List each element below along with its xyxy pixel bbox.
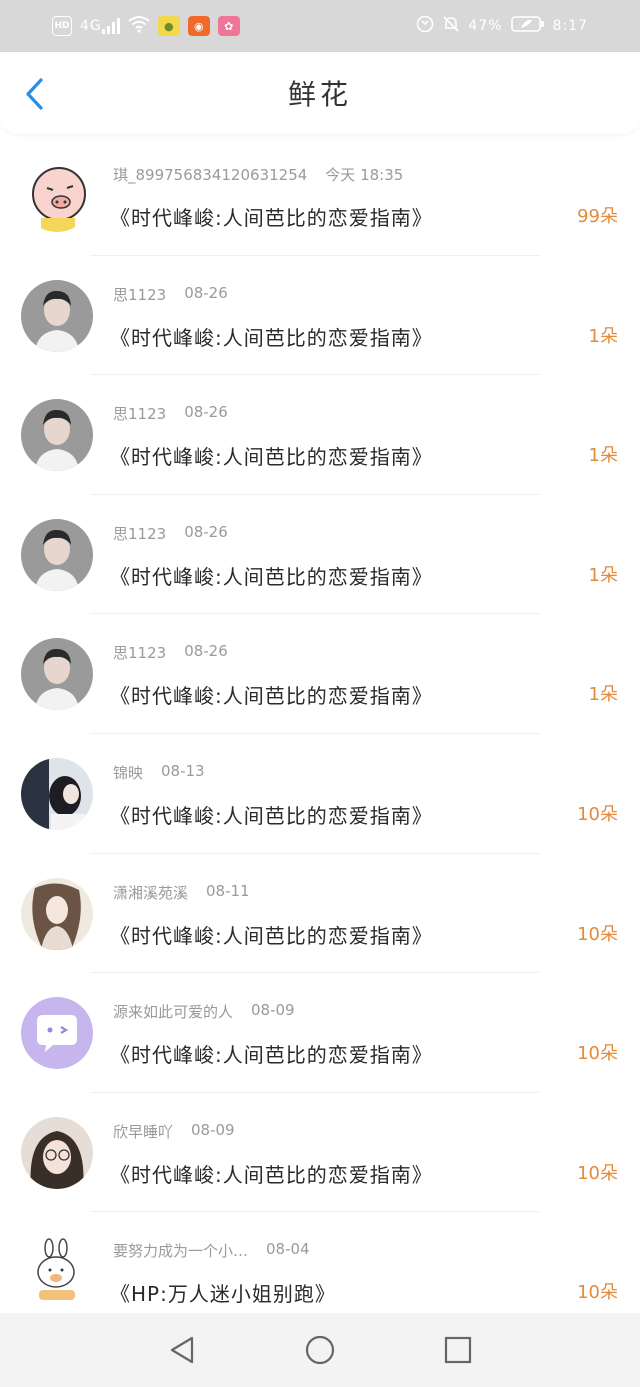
user-name[interactable]: 思1123 xyxy=(113,642,166,663)
nfc-icon xyxy=(416,15,434,37)
person-photo-avatar[interactable] xyxy=(21,399,93,472)
item-meta: 思1123 08-26 xyxy=(113,523,228,544)
flower-gift-list: 琪_8997568341206312​54 今天 18:35 《时代峰峻:人间芭比… xyxy=(0,136,640,1332)
list-item[interactable]: 思1123 08-26 《时代峰峻:人间芭比的恋爱指南》 1朵 xyxy=(0,256,640,376)
app-notification-icon: ● xyxy=(157,16,180,36)
user-name[interactable]: 欣早睡吖 xyxy=(113,1121,173,1142)
girl-photo-avatar[interactable] xyxy=(21,1116,93,1189)
item-meta: 锦映 08-13 xyxy=(113,762,205,783)
signal-4g-icon: 4G xyxy=(80,18,120,34)
book-title[interactable]: 《HP:万人迷小姐别跑》 xyxy=(110,1278,336,1307)
photo-avatar-dark[interactable] xyxy=(21,757,93,830)
list-item[interactable]: 潇湘溪苑溪 08-11 《时代峰峻:人间芭比的恋爱指南》 10朵 xyxy=(0,854,640,974)
app-notification-icon: ✿ xyxy=(217,16,240,36)
chat-bubble-avatar[interactable] xyxy=(21,997,93,1070)
cartoon-pig-avatar[interactable] xyxy=(21,160,93,232)
status-time: 8:17 xyxy=(552,18,588,34)
person-photo-avatar[interactable] xyxy=(21,638,93,711)
person-photo-avatar[interactable] xyxy=(21,279,93,352)
item-meta: 琪_8997568341206312​54 今天 18:35 xyxy=(113,164,403,185)
book-title[interactable]: 《时代峰峻:人间芭比的恋爱指南》 xyxy=(110,441,433,470)
item-meta: 要努力成为一个小… 08-04 xyxy=(113,1240,310,1261)
wifi-icon xyxy=(128,15,150,37)
item-meta: 欣早睡吖 08-09 xyxy=(113,1121,235,1142)
item-meta: 思1123 08-26 xyxy=(113,642,228,663)
gift-time: 08-04 xyxy=(266,1240,310,1259)
user-name[interactable]: 源来如此可爱的人 xyxy=(113,1001,233,1022)
flower-count: 10朵 xyxy=(577,803,618,825)
user-name[interactable]: 思1123 xyxy=(113,284,166,305)
list-item[interactable]: 思1123 08-26 《时代峰峻:人间芭比的恋爱指南》 1朵 xyxy=(0,614,640,734)
mute-bell-icon xyxy=(442,15,460,37)
gift-time: 08-26 xyxy=(184,283,228,302)
flower-count: 10朵 xyxy=(577,1162,618,1184)
gift-time: 今天 18:35 xyxy=(325,166,404,184)
list-item[interactable]: 思1123 08-26 《时代峰峻:人间芭比的恋爱指南》 1朵 xyxy=(0,495,640,615)
item-meta: 潇湘溪苑溪 08-11 xyxy=(113,882,250,903)
list-item[interactable]: 锦映 08-13 《时代峰峻:人间芭比的恋爱指南》 10朵 xyxy=(0,734,640,854)
back-triangle-icon[interactable] xyxy=(165,1333,199,1367)
flower-count: 1朵 xyxy=(588,684,618,706)
book-title[interactable]: 《时代峰峻:人间芭比的恋爱指南》 xyxy=(110,1159,433,1188)
item-meta: 思1123 08-26 xyxy=(113,403,228,424)
gift-time: 08-11 xyxy=(206,881,250,900)
user-name[interactable]: 潇湘溪苑溪 xyxy=(113,882,188,903)
hd-icon: HD xyxy=(52,16,72,36)
list-item[interactable]: 欣早睡吖 08-09 《时代峰峻:人间芭比的恋爱指南》 10朵 xyxy=(0,1093,640,1213)
book-title[interactable]: 《时代峰峻:人间芭比的恋爱指南》 xyxy=(110,920,433,949)
cartoon-bunny-avatar[interactable] xyxy=(21,1236,93,1309)
user-name[interactable]: 琪_8997568341206312​54 xyxy=(113,164,307,185)
list-item[interactable]: 源来如此可爱的人 08-09 《时代峰峻:人间芭比的恋爱指南》 10朵 xyxy=(0,973,640,1093)
book-title[interactable]: 《时代峰峻:人间芭比的恋爱指南》 xyxy=(110,1039,433,1068)
person-photo-avatar[interactable] xyxy=(21,518,93,591)
gift-time: 08-26 xyxy=(184,403,228,422)
flower-count: 10朵 xyxy=(577,1282,618,1304)
gift-time: 08-09 xyxy=(191,1120,235,1139)
user-name[interactable]: 思1123 xyxy=(113,523,166,544)
page-title: 鲜花 xyxy=(287,78,352,111)
item-meta: 思1123 08-26 xyxy=(113,284,228,305)
gift-time: 08-13 xyxy=(161,761,205,780)
status-bar: HD 4G ● ◉ ✿ 47% 8:17 xyxy=(0,0,640,52)
gift-time: 08-26 xyxy=(184,642,228,661)
hd-label: HD xyxy=(54,21,70,31)
back-button[interactable] xyxy=(18,76,50,112)
flower-count: 1朵 xyxy=(588,564,618,586)
gift-time: 08-09 xyxy=(251,1001,295,1020)
flower-count: 1朵 xyxy=(588,445,618,467)
book-title[interactable]: 《时代峰峻:人间芭比的恋爱指南》 xyxy=(110,561,433,590)
page-header: 鲜花 xyxy=(0,52,640,134)
network-label: 4G xyxy=(80,18,102,34)
flower-count: 10朵 xyxy=(577,923,618,945)
gift-time: 08-26 xyxy=(184,522,228,541)
system-nav-bar xyxy=(0,1313,640,1387)
app-notification-icon: ◉ xyxy=(187,16,210,36)
user-name[interactable]: 要努力成为一个小… xyxy=(113,1240,248,1261)
flower-count: 99朵 xyxy=(577,206,618,227)
book-title[interactable]: 《时代峰峻:人间芭比的恋爱指南》 xyxy=(110,322,433,351)
book-title[interactable]: 《时代峰峻:人间芭比的恋爱指南》 xyxy=(110,680,433,709)
status-bar-right: 47% 8:17 xyxy=(416,15,588,37)
book-title[interactable]: 《时代峰峻:人间芭比的恋爱指南》 xyxy=(110,800,433,829)
battery-icon xyxy=(510,15,545,37)
item-meta: 源来如此可爱的人 08-09 xyxy=(113,1001,295,1022)
chevron-left-icon xyxy=(26,78,43,110)
list-item[interactable]: 思1123 08-26 《时代峰峻:人间芭比的恋爱指南》 1朵 xyxy=(0,375,640,495)
recents-square-icon[interactable] xyxy=(441,1333,475,1367)
illustration-avatar[interactable] xyxy=(21,877,93,950)
flower-count: 10朵 xyxy=(577,1043,618,1065)
user-name[interactable]: 思1123 xyxy=(113,403,166,424)
list-item[interactable]: 琪_8997568341206312​54 今天 18:35 《时代峰峻:人间芭比… xyxy=(0,136,640,256)
user-name[interactable]: 锦映 xyxy=(113,762,143,783)
battery-percent: 47% xyxy=(468,18,503,34)
status-bar-left: HD 4G ● ◉ ✿ xyxy=(52,15,240,37)
home-circle-icon[interactable] xyxy=(303,1333,337,1367)
flower-count: 1朵 xyxy=(588,325,618,347)
book-title[interactable]: 《时代峰峻:人间芭比的恋爱指南》 xyxy=(110,202,433,231)
